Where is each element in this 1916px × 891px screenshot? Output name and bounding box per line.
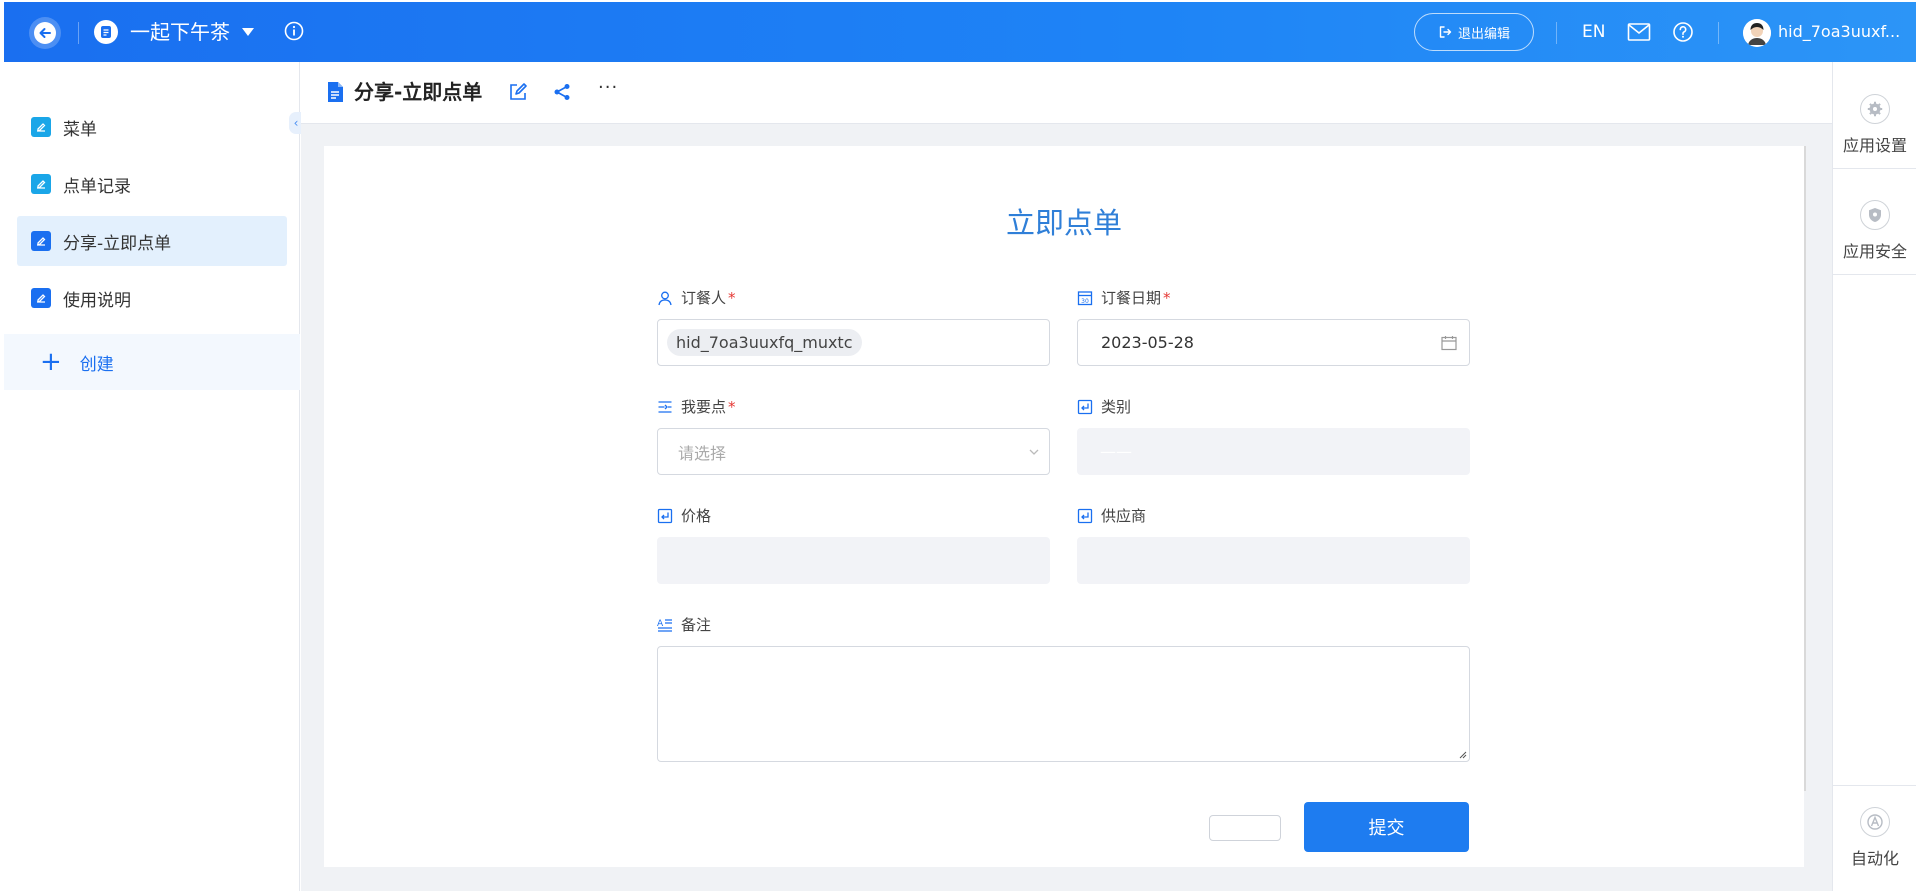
form-icon: [31, 174, 51, 194]
top-header: 一起下午茶 退出编辑 EN hid_7oa3uuxf...: [4, 2, 1916, 62]
app-title[interactable]: 一起下午茶: [130, 17, 230, 47]
order-date-field[interactable]: 2023-05-28: [1077, 319, 1470, 366]
back-button[interactable]: [29, 17, 61, 49]
calendar-icon[interactable]: [1441, 335, 1457, 351]
sidebar-item-label: 使用说明: [63, 290, 131, 311]
panel-divider: [1833, 274, 1916, 275]
form-title: 立即点单: [1005, 206, 1122, 240]
price-label: 价格: [657, 506, 711, 526]
panel-divider: [1833, 168, 1916, 169]
price-label-text: 价格: [681, 507, 712, 525]
linked-field-icon: [1077, 399, 1093, 415]
form-icon: [31, 117, 51, 137]
orderer-field[interactable]: hid_7oa3uuxfq_muxtc: [657, 319, 1050, 366]
create-label: 创建: [79, 354, 114, 375]
page-title: 分享-立即点单: [354, 80, 483, 104]
more-options-icon[interactable]: ···: [598, 77, 618, 98]
automation-icon: [1860, 807, 1890, 837]
text-lines-icon: A: [657, 619, 672, 632]
submit-button[interactable]: 提交: [1304, 802, 1469, 852]
category-value: ——: [1100, 442, 1132, 461]
resize-handle-icon[interactable]: [1457, 749, 1467, 759]
app-settings-button[interactable]: 应用设置: [1833, 72, 1916, 178]
automation-label: 自动化: [1850, 849, 1899, 868]
chevron-down-icon: [1029, 449, 1039, 455]
notes-textarea[interactable]: [657, 646, 1470, 762]
form-icon: [31, 231, 51, 251]
share-icon[interactable]: [553, 83, 571, 105]
select-list-icon: [658, 401, 672, 413]
orderer-user-tag[interactable]: hid_7oa3uuxfq_muxtc: [667, 329, 862, 356]
form-icon: [31, 288, 51, 308]
linked-field-icon: [657, 508, 673, 524]
scrollbar[interactable]: [1804, 146, 1806, 791]
sidebar-item-instructions[interactable]: 使用说明: [17, 273, 287, 323]
item-select[interactable]: 请选择: [657, 428, 1050, 475]
supplier-field: [1077, 537, 1470, 584]
app-security-button[interactable]: 应用安全: [1833, 178, 1916, 284]
price-field: [657, 537, 1050, 584]
language-toggle[interactable]: EN: [1582, 20, 1605, 44]
sidebar-item-order-records[interactable]: 点单记录: [17, 159, 287, 209]
document-icon: [325, 81, 345, 107]
exit-icon: [1439, 26, 1452, 38]
avatar[interactable]: [1743, 19, 1771, 47]
orderer-label-text: 订餐人: [681, 289, 727, 307]
person-icon: [658, 291, 672, 306]
order-date-label-text: 订餐日期: [1101, 289, 1162, 307]
order-date-value: 2023-05-28: [1101, 333, 1194, 352]
sidebar: 菜单 点单记录 分享-立即点单 使用说明 + 创建: [4, 62, 300, 891]
info-icon[interactable]: [284, 21, 304, 45]
orderer-label: 订餐人 *: [657, 288, 736, 308]
app-icon: [94, 20, 118, 44]
back-arrow-icon: [34, 22, 56, 44]
plus-icon: +: [40, 347, 62, 377]
required-mark: *: [1163, 289, 1171, 307]
item-select-placeholder: 请选择: [678, 443, 727, 463]
shield-icon: [1860, 200, 1890, 230]
page-title-bar: 分享-立即点单 ···: [301, 62, 1832, 124]
notes-label-text: 备注: [681, 616, 712, 634]
mail-icon[interactable]: [1627, 22, 1651, 46]
help-icon[interactable]: [1672, 21, 1694, 47]
create-button[interactable]: + 创建: [4, 334, 300, 390]
app-settings-label: 应用设置: [1842, 136, 1907, 155]
header-divider: [1556, 22, 1557, 44]
right-panel: 应用设置 应用安全 自动化: [1832, 62, 1916, 891]
notes-label: A 备注: [657, 615, 711, 635]
supplier-label: 供应商: [1077, 506, 1146, 526]
caret-down-icon[interactable]: [242, 28, 254, 36]
linked-field-icon: [1077, 508, 1093, 524]
gear-icon: [1860, 94, 1890, 124]
reset-button[interactable]: [1209, 815, 1281, 841]
category-label-text: 类别: [1101, 398, 1132, 416]
item-label-text: 我要点: [681, 398, 727, 416]
username[interactable]: hid_7oa3uuxf...: [1778, 20, 1908, 44]
exit-edit-button[interactable]: 退出编辑: [1414, 13, 1534, 51]
required-mark: *: [728, 398, 736, 416]
svg-text:30: 30: [1081, 298, 1089, 305]
automation-button[interactable]: 自动化: [1833, 785, 1916, 891]
category-field: ——: [1077, 428, 1470, 475]
app-security-label: 应用安全: [1842, 242, 1907, 261]
supplier-label-text: 供应商: [1101, 507, 1147, 525]
sidebar-item-label: 菜单: [63, 119, 97, 140]
required-mark: *: [728, 289, 736, 307]
header-divider: [78, 22, 79, 44]
calendar-icon: 30: [1077, 291, 1093, 306]
order-date-label: 30 订餐日期 *: [1077, 288, 1171, 308]
edit-icon[interactable]: [509, 83, 527, 105]
category-label: 类别: [1077, 397, 1131, 417]
exit-edit-label: 退出编辑: [1457, 26, 1510, 42]
item-label: 我要点 *: [657, 397, 736, 417]
sidebar-item-label: 分享-立即点单: [63, 233, 172, 254]
header-divider: [1718, 22, 1719, 44]
sidebar-item-label: 点单记录: [63, 176, 131, 197]
sidebar-item-menu[interactable]: 菜单: [17, 102, 287, 152]
sidebar-item-share-order[interactable]: 分享-立即点单: [17, 216, 287, 266]
